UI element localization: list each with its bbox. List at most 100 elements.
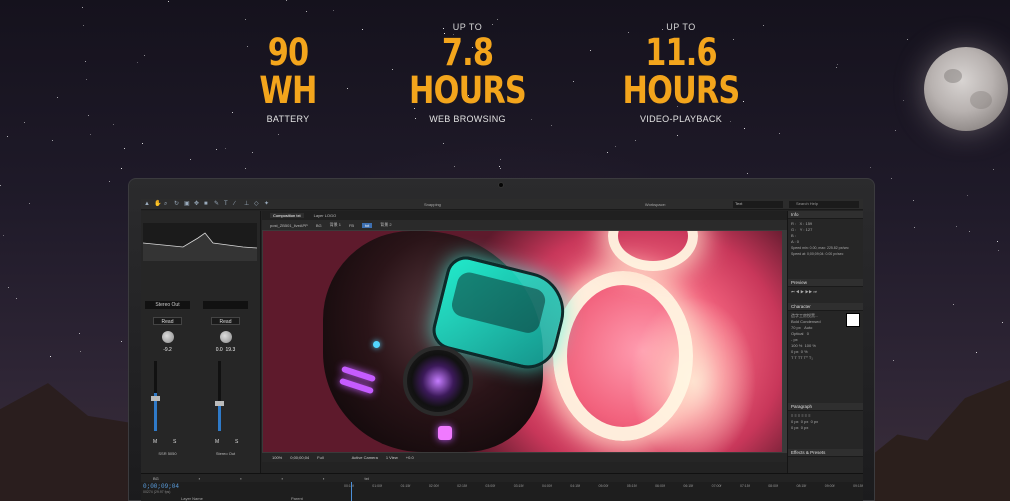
ruler-tick-label: 05:15f [626, 484, 637, 488]
star [83, 25, 84, 26]
neon-light [438, 426, 452, 440]
star [913, 200, 914, 201]
timeline-current-time[interactable]: 0;00;09;04 [143, 483, 179, 490]
breadcrumb-item[interactable]: post_ZB501_liveAPP [270, 223, 308, 228]
pan-knob[interactable] [219, 331, 232, 343]
star [907, 39, 908, 40]
preview-panel-header[interactable]: Preview [788, 279, 863, 287]
type-tool-icon[interactable]: T [224, 201, 230, 207]
composition-viewer[interactable] [263, 231, 782, 452]
search-help-input[interactable]: Search Help [789, 201, 859, 208]
eq-graph [143, 223, 257, 261]
rotate-tool-icon[interactable]: ↻ [174, 201, 180, 207]
ruler-tick-label: 04:00f [541, 484, 552, 488]
info-panel-header[interactable]: Info [788, 211, 863, 219]
star [3, 235, 4, 236]
channel-name: Stereo Out [145, 301, 190, 309]
shape-tool-icon[interactable]: ■ [204, 201, 210, 207]
ruler-tick-label: 08:15f [796, 484, 807, 488]
ruler-tick-label: 07:15f [739, 484, 750, 488]
timeline-tab[interactable]: ▪ [323, 476, 324, 481]
hand-tool-icon[interactable]: ✋ [154, 201, 161, 207]
zoom-level[interactable]: 100% [272, 455, 282, 460]
star [80, 351, 81, 352]
breadcrumb-item[interactable]: 背景 2 [380, 222, 391, 228]
star [121, 341, 122, 342]
pen-tool-icon[interactable]: ✎ [214, 201, 220, 207]
text-style-buttons[interactable]: T T TT Tᵀ T₁ [791, 355, 860, 361]
timeline-tab[interactable]: ▪ [199, 476, 200, 481]
camera-select[interactable]: Active Camera [352, 455, 378, 460]
character-panel-header[interactable]: Character [788, 303, 863, 311]
neon-light [373, 341, 380, 348]
resolution-select[interactable]: Full [317, 455, 323, 460]
star [16, 298, 17, 299]
stat-value: 11.6 HOURS [622, 31, 741, 112]
eraser-tool-icon[interactable]: ◇ [254, 201, 260, 207]
pan-knob[interactable] [161, 331, 174, 343]
snapping-label[interactable]: Snapping [424, 202, 441, 207]
neon-ring [553, 271, 693, 441]
paragraph-panel-header[interactable]: Paragraph [788, 403, 863, 411]
selection-tool-icon[interactable]: ▲ [144, 201, 150, 207]
fill-color-swatch[interactable] [846, 313, 860, 327]
audio-channel: Stereo Out Read -9.2 [145, 301, 190, 353]
automation-mode[interactable]: Read [153, 317, 182, 325]
view-layout-select[interactable]: 1 View [386, 455, 398, 460]
webcam [498, 182, 504, 188]
mute-button[interactable]: M [215, 439, 219, 445]
automation-mode[interactable]: Read [211, 317, 240, 325]
cyber-speaker [403, 346, 473, 416]
exposure-value[interactable]: +0.0 [406, 455, 414, 460]
star [190, 159, 191, 160]
workspace-select[interactable]: Text [733, 201, 783, 208]
breadcrumb-item[interactable]: BG [316, 223, 322, 228]
star [500, 168, 501, 169]
camera-tool-icon[interactable]: ▣ [184, 201, 190, 207]
ruler-tick-label: 02:00f [428, 484, 439, 488]
breadcrumb-item[interactable]: FB [349, 223, 354, 228]
star [1002, 322, 1003, 323]
puppet-tool-icon[interactable]: ✦ [264, 201, 270, 207]
star [216, 149, 217, 150]
star [895, 130, 896, 131]
pan-behind-tool-icon[interactable]: ✥ [194, 201, 200, 207]
star [347, 88, 348, 89]
fader-handle[interactable] [151, 396, 160, 401]
star [142, 143, 143, 144]
solo-button[interactable]: S [173, 439, 176, 445]
right-panels: Info R : X : 159 G : Y : 127 B : A : 0 S… [787, 211, 863, 473]
fader-handle[interactable] [215, 401, 224, 406]
channel-name [203, 301, 248, 309]
timeline-tab[interactable]: ▪ [282, 476, 283, 481]
current-timecode[interactable]: 0;00;00;04 [290, 455, 309, 460]
star [891, 178, 892, 179]
star [333, 10, 334, 11]
timeline-tab[interactable]: txt [364, 476, 368, 481]
zoom-tool-icon[interactable]: ⌕ [164, 201, 170, 207]
breadcrumb-item[interactable]: 背景 1 [330, 222, 341, 228]
playhead[interactable] [351, 482, 352, 501]
time-ruler[interactable]: 00:15f 01:00f 01:15f 02:00f 02:15f 03:00f 03:1… [344, 484, 863, 492]
star [245, 168, 246, 169]
brush-tool-icon[interactable]: ∕ [234, 201, 240, 207]
laptop: ▲ ✋ ⌕ ↻ ▣ ✥ ■ ✎ T ∕ ⊥ ◇ ✦ Snapping Works… [128, 178, 875, 501]
timeline-tab[interactable]: BG [153, 476, 159, 481]
star [90, 134, 91, 135]
star [615, 146, 616, 147]
effects-panel-header[interactable]: Effects & Presets [788, 449, 863, 457]
stamp-tool-icon[interactable]: ⊥ [244, 201, 250, 207]
breadcrumb-item-active[interactable]: txt [362, 222, 373, 228]
visor-inner [449, 269, 548, 336]
star [225, 148, 226, 149]
volume-fader[interactable] [218, 361, 221, 431]
timeline-tab[interactable]: ▪ [240, 476, 241, 481]
ruler-tick-label: 06:15f [683, 484, 694, 488]
solo-button[interactable]: S [235, 439, 238, 445]
stat-value: 7.8 HOURS [409, 31, 527, 112]
tab-layer[interactable]: Layer LOGO [314, 213, 337, 218]
tab-composition[interactable]: Composition txt [270, 213, 304, 218]
mute-button[interactable]: M [153, 439, 157, 445]
star [551, 125, 552, 126]
ruler-tick-label: 01:15f [400, 484, 411, 488]
